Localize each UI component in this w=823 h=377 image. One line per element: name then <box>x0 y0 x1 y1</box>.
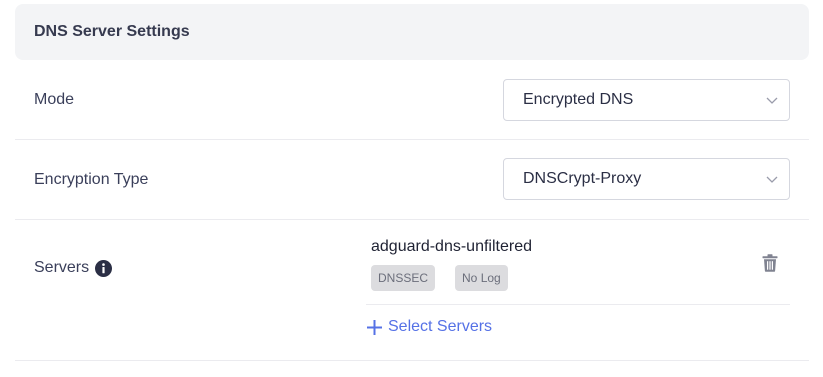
tag-no-log: No Log <box>455 265 508 291</box>
server-list-divider <box>366 304 790 305</box>
chevron-down-icon <box>766 97 778 104</box>
encryption-type-value: DNSCrypt-Proxy <box>523 170 642 187</box>
encryption-type-label: Encryption Type <box>34 171 149 188</box>
mode-row: Mode Encrypted DNS <box>15 60 809 140</box>
encryption-type-row: Encryption Type DNSCrypt-Proxy <box>15 140 809 220</box>
encryption-type-select[interactable]: DNSCrypt-Proxy <box>503 158 790 200</box>
tag-dnssec: DNSSEC <box>371 265 436 291</box>
mode-label: Mode <box>34 91 75 108</box>
select-servers-label: Select Servers <box>388 318 493 335</box>
dns-server-settings-panel: DNS Server Settings Mode Encrypted DNS E… <box>15 4 809 361</box>
server-entry: adguard-dns-unfiltered DNSSEC No Log <box>371 236 790 291</box>
plus-icon <box>367 319 382 335</box>
server-tags: DNSSEC No Log <box>371 265 790 291</box>
mode-select[interactable]: Encrypted DNS <box>503 79 790 121</box>
servers-row: Servers adguard-dns-unfiltered DNSSEC No… <box>15 220 809 361</box>
select-servers-button[interactable]: Select Servers <box>366 316 492 338</box>
panel-title: DNS Server Settings <box>15 4 809 60</box>
chevron-down-icon <box>766 176 778 183</box>
info-icon[interactable] <box>95 259 113 277</box>
servers-label: Servers <box>34 259 90 276</box>
trash-icon[interactable] <box>762 254 778 272</box>
servers-label-group: Servers <box>34 248 113 288</box>
server-name: adguard-dns-unfiltered <box>371 238 532 255</box>
mode-select-value: Encrypted DNS <box>523 91 634 108</box>
